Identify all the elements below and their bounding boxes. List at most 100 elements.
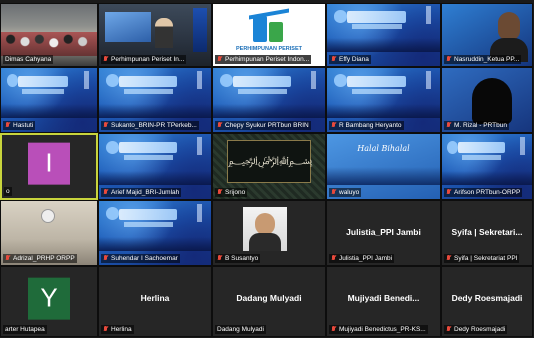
- name-label: M. Rizal - PRTbun: [444, 121, 509, 130]
- participant-tile[interactable]: Chepy Syukur PRTbun BRIN: [212, 67, 326, 133]
- mic-muted-icon: [331, 254, 337, 263]
- mic-muted-icon: [217, 188, 223, 197]
- calligraphy-frame: ﷽: [227, 140, 312, 183]
- participant-tile[interactable]: Sukanto_BRIN-PR TPerkeb...: [98, 67, 212, 133]
- participant-name: Julistia_PPI Jambi: [339, 255, 393, 262]
- participant-tile[interactable]: M. Rizal - PRTbun: [441, 67, 533, 133]
- mosque-silhouette: [327, 38, 440, 52]
- person-silhouette: [472, 78, 512, 124]
- participant-name: Herlina: [111, 326, 132, 333]
- participant-tile[interactable]: Yarter Hutapea: [0, 266, 98, 337]
- participant-tile[interactable]: Dadang Mulyadi Dadang Mulyadi: [212, 266, 326, 337]
- event-banner: [233, 75, 292, 88]
- participant-name: M. Rizal - PRTbun: [454, 122, 507, 129]
- participant-tile[interactable]: Mujiyadi Benedi... Mujiyadi Benedictus_PR…: [326, 266, 441, 337]
- name-label: Julistia_PPI Jambi: [329, 254, 395, 263]
- mic-muted-icon: [331, 188, 337, 197]
- mic-muted-icon: [103, 325, 109, 334]
- participant-tile[interactable]: Dedy Roesmajadi Dedy Roesmajadi: [441, 266, 533, 337]
- event-subbanner: [123, 222, 173, 227]
- mosque-silhouette: [442, 170, 532, 185]
- participant-name: Perhimpunan Periset In...: [111, 56, 185, 63]
- event-subbanner: [351, 89, 402, 94]
- mosque-silhouette: [99, 236, 211, 251]
- participant-tile[interactable]: Halal Bihalal waluyo: [326, 133, 441, 200]
- mic-muted-icon: [103, 188, 109, 197]
- participant-name: Srijono: [225, 189, 246, 196]
- name-label: Srijono: [215, 188, 248, 197]
- lantern-decoration: [311, 70, 317, 89]
- perhimpunan-logo-icon: [247, 8, 291, 46]
- event-banner: [119, 75, 178, 88]
- participant-tile[interactable]: Arifson PRTbun-ORPP: [441, 133, 533, 200]
- mic-muted-icon: [217, 55, 223, 64]
- event-subbanner: [461, 155, 502, 160]
- lantern-decoration: [197, 70, 203, 89]
- mic-muted-icon: [103, 254, 109, 263]
- halal-bihalal-text: Halal Bihalal: [357, 144, 410, 153]
- participant-name: Dadang Mulyadi: [217, 326, 264, 333]
- participant-name: Mujiyadi Benedictus_PR-KS...: [339, 326, 426, 333]
- participant-name: Sukanto_BRIN-PR TPerkeb...: [111, 122, 197, 129]
- participant-tile[interactable]: Arief Majid_BRI-Jumlah: [98, 133, 212, 200]
- mic-muted-icon: [331, 55, 337, 64]
- participant-display-name: Mujiyadi Benedi...: [347, 293, 420, 303]
- name-label: Arifson PRTbun-ORPP: [444, 188, 523, 197]
- video-grid: Dimas Cahyana Perhimpunan Periset In... PE…: [0, 3, 534, 337]
- participant-tile[interactable]: PERHIMPUNAN PERISET Perhimpunan Periset I…: [212, 3, 326, 67]
- participant-tile[interactable]: ﷽ Srijono: [212, 133, 326, 200]
- name-label: Dimas Cahyana: [3, 55, 54, 64]
- event-banner: [347, 75, 407, 88]
- event-banner: [347, 11, 407, 23]
- participant-display-name: Herlina: [140, 293, 170, 303]
- participant-name: Dimas Cahyana: [5, 56, 52, 63]
- participant-tile[interactable]: Herlina Herlina: [98, 266, 212, 337]
- mosque-silhouette: [327, 167, 440, 185]
- event-subbanner: [237, 89, 287, 94]
- mic-muted-icon: [446, 325, 452, 334]
- mic-muted-icon: [446, 254, 452, 263]
- participant-display-name: Dedy Roesmajadi: [451, 293, 523, 303]
- participant-tile[interactable]: Adrizal_PRHP ORPP: [0, 200, 98, 266]
- name-label: B Susantyo: [215, 254, 261, 263]
- name-label: o: [4, 187, 12, 196]
- participant-tile[interactable]: Hastuti: [0, 67, 98, 133]
- participant-name: B Susantyo: [225, 255, 259, 262]
- participant-tile[interactable]: Syifa | Sekretari... Syifa | Sekretariat …: [441, 200, 533, 266]
- participant-name: Arifson PRTbun-ORPP: [454, 189, 521, 196]
- name-label: Herlina: [101, 325, 134, 334]
- participant-tile[interactable]: R Bambang Heryanto: [326, 67, 441, 133]
- participant-display-name: Syifa | Sekretari...: [451, 227, 523, 237]
- lantern-decoration: [425, 70, 431, 89]
- participant-display-name: Dadang Mulyadi: [236, 293, 302, 303]
- participant-display-name: Julistia_PPI Jambi: [346, 227, 421, 237]
- avatar-letter: Y: [40, 282, 58, 313]
- profile-photo: [243, 207, 287, 251]
- name-label: Suhendar I Sachoemar: [101, 254, 180, 263]
- lantern-decoration: [197, 203, 203, 222]
- name-label: Hastuti: [3, 121, 36, 130]
- name-label: waluyo: [329, 188, 362, 197]
- mic-muted-icon: [446, 55, 452, 64]
- event-banner: [458, 141, 505, 154]
- participant-tile[interactable]: Nasruddin_Ketua PP...: [441, 3, 533, 67]
- avatar: I: [28, 142, 70, 185]
- participant-tile[interactable]: Perhimpunan Periset In...: [98, 3, 212, 67]
- lantern-decoration: [425, 6, 431, 25]
- flag: [193, 8, 207, 52]
- event-logo: [105, 207, 120, 221]
- event-logo: [333, 10, 348, 23]
- person-head: [498, 12, 520, 40]
- name-label: R Bambang Heryanto: [329, 121, 404, 130]
- participant-tile[interactable]: Suhendar I Sachoemar: [98, 200, 212, 266]
- participant-name: Syifa | Sekretariat PPI: [454, 255, 518, 262]
- participant-tile[interactable]: Io: [0, 133, 98, 200]
- participant-tile[interactable]: Dimas Cahyana: [0, 3, 98, 67]
- participant-tile[interactable]: Julistia_PPI Jambi Julistia_PPI Jambi: [326, 200, 441, 266]
- name-label: Nasruddin_Ketua PP...: [444, 55, 522, 64]
- participant-tile[interactable]: Effy Diana: [326, 3, 441, 67]
- participant-tile[interactable]: B Susantyo: [212, 200, 326, 266]
- event-logo: [219, 74, 234, 88]
- name-label: arter Hutapea: [3, 325, 47, 334]
- event-logo: [105, 140, 120, 154]
